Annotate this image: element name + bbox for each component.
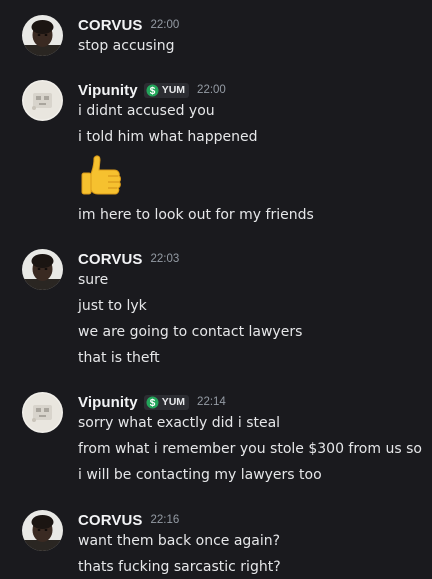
timestamp: 22:14 (197, 396, 226, 408)
message-text: i told him what happened (78, 129, 258, 145)
tag-label: YUM (161, 84, 186, 96)
thumbs-up-icon[interactable] (78, 150, 128, 200)
message-text: thats fucking sarcastic right? (78, 559, 281, 575)
timestamp: 22:00 (150, 19, 180, 31)
money-icon: $ (146, 84, 159, 97)
avatar[interactable] (22, 249, 63, 290)
username[interactable]: CORVUS (78, 17, 143, 34)
avatar-image (22, 249, 63, 290)
avatar-image (22, 392, 63, 433)
username[interactable]: CORVUS (78, 251, 143, 268)
svg-text:$: $ (149, 86, 155, 97)
message-text: im here to look out for my friends (78, 207, 314, 223)
username[interactable]: CORVUS (78, 512, 143, 529)
message-text: sure (78, 272, 109, 288)
server-tag[interactable]: $ YUM (143, 394, 190, 410)
avatar-image (22, 510, 63, 551)
username[interactable]: Vipunity (78, 82, 138, 99)
message-text: sorry what exactly did i steal (78, 415, 281, 431)
message-text: i will be contacting my lawyers too (78, 467, 322, 483)
avatar[interactable] (22, 80, 63, 121)
message-text: we are going to contact lawyers (78, 324, 303, 340)
timestamp: 22:03 (150, 253, 180, 265)
message-text: just to lyk (78, 298, 147, 314)
avatar[interactable] (22, 392, 63, 433)
server-tag[interactable]: $ YUM (143, 82, 190, 98)
money-icon: $ (146, 396, 159, 409)
message-text: that is theft (78, 350, 160, 366)
timestamp: 22:00 (197, 84, 226, 96)
avatar[interactable] (22, 510, 63, 551)
avatar[interactable] (22, 15, 63, 56)
avatar-image (22, 80, 63, 121)
tag-label: YUM (161, 396, 186, 408)
message-text: from what i remember you stole $300 from… (78, 441, 422, 457)
message-text: i didnt accused you (78, 103, 215, 119)
svg-text:$: $ (149, 398, 155, 409)
message-text: stop accusing (78, 38, 175, 54)
avatar-image (22, 15, 63, 56)
message-text: want them back once again? (78, 533, 281, 549)
username[interactable]: Vipunity (78, 394, 138, 411)
timestamp: 22:16 (150, 514, 180, 526)
